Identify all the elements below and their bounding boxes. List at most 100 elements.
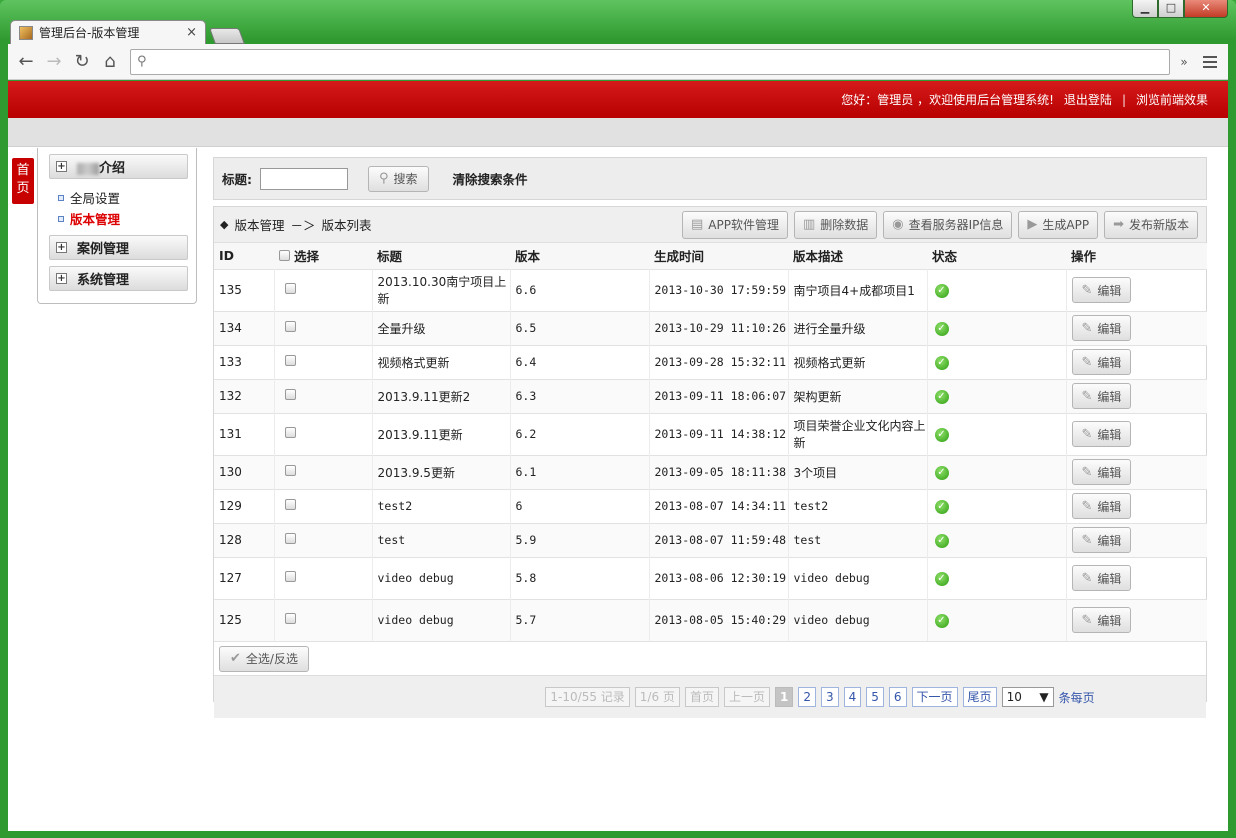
title-search-input[interactable] [260,167,348,190]
close-window-button[interactable]: ✕ [1184,0,1228,18]
row-checkbox[interactable] [284,283,296,294]
home-icon[interactable]: ⌂ [98,50,122,74]
search-button[interactable]: ⚲ 搜索 [368,165,429,192]
panel-header: ◆ 版本管理 －＞ 版本列表 ▤ APP软件管理 ▥ 删除数据 ◉ 查看服务器IP信息… [214,207,1206,243]
row-checkbox[interactable] [284,465,296,476]
back-arrow-icon[interactable]: ← [14,50,38,74]
pencil-icon: ✎ [1081,612,1093,628]
pager-prev[interactable]: 上一页 [723,687,770,707]
status-ok-icon: ✓ [934,614,949,629]
edit-button[interactable]: ✎ 编辑 [1071,459,1132,485]
publish-version-button[interactable]: ➡ 发布新版本 [1104,210,1198,239]
cell-ops: ✎ 编辑 [1066,412,1207,455]
sidebar-item-version-management[interactable]: 版本管理 [58,208,196,229]
view-server-ip-button[interactable]: ◉ 查看服务器IP信息 [883,210,1013,239]
row-checkbox[interactable] [284,533,296,544]
cell-select [274,268,373,311]
cell-id: 125 [214,598,275,641]
select-all-button[interactable]: ✔ 全选/反选 [219,645,309,672]
pager-first[interactable]: 首页 [684,687,719,707]
expand-plus-icon: + [56,273,67,284]
table-row: 131 2013.9.11更新 6.2 2013-09-11 14:38:12 项目荣誉… [214,412,1207,455]
address-bar[interactable]: ⚲ [130,48,1170,75]
cell-description: test2 [788,488,928,523]
diamond-icon: ◆ [220,218,229,231]
pager-page-number[interactable]: 3 [820,687,839,707]
pager-page-number[interactable]: 4 [843,687,862,707]
sidebar-item-global-settings[interactable]: 全局设置 [58,187,196,208]
top-header: 您好：管理员 ，欢迎使用后台管理系统! 退出登陆 | 浏览前端效果 [8,81,1228,118]
dropdown-arrow-icon: ▼ [1039,690,1049,704]
bullet-icon [58,215,64,222]
cell-version: 6.6 [510,268,650,311]
sidebar-section-system[interactable]: + 系统管理 [49,266,188,291]
browser-tab[interactable]: 管理后台-版本管理 × [10,20,206,44]
status-ok-icon: ✓ [934,428,949,442]
edit-button[interactable]: ✎ 编辑 [1071,421,1132,447]
pager-last[interactable]: 尾页 [962,687,997,707]
home-badge[interactable]: 首页 [12,158,34,204]
per-page-select[interactable]: 10 ▼ [1001,687,1054,707]
url-input[interactable] [152,54,1163,69]
edit-label: 编辑 [1097,499,1122,514]
generate-app-button[interactable]: ▶ 生成APP [1018,210,1099,239]
select-all-checkbox[interactable] [279,250,290,262]
cell-description: test [788,522,928,557]
edit-button[interactable]: ✎ 编辑 [1071,349,1132,375]
minimize-button[interactable]: ▁ [1132,0,1158,18]
row-checkbox[interactable] [284,499,296,510]
new-tab-button[interactable] [209,28,245,44]
clear-search-link[interactable]: 清除搜索条件 [453,169,528,188]
reload-icon[interactable]: ↻ [70,50,94,74]
breadcrumb-arrow: －＞ [290,218,316,233]
cell-description: 南宁项目4+成都项目1 [788,268,928,311]
cell-time: 2013-10-29 11:10:26 [649,310,789,345]
pager-next[interactable]: 下一页 [911,687,958,707]
row-checkbox[interactable] [284,355,296,366]
bookmarks-overflow-icon[interactable]: » [1174,55,1194,69]
app-software-button[interactable]: ▤ APP软件管理 [681,210,788,239]
edit-button[interactable]: ✎ 编辑 [1071,565,1132,591]
pager-page-number[interactable]: 6 [888,687,907,707]
row-checkbox[interactable] [284,389,296,400]
edit-button[interactable]: ✎ 编辑 [1071,527,1132,553]
status-ok-icon: ✓ [934,356,949,370]
edit-button[interactable]: ✎ 编辑 [1071,493,1132,519]
table-row: 125 video debug 5.7 2013-08-05 15:40:29 vide… [214,598,1207,641]
sidebar-section-intro[interactable]: + 介绍 [49,154,188,179]
eye-icon: ◉ [892,217,904,232]
header-separator: | [1121,92,1126,107]
cell-ops: ✎ 编辑 [1066,268,1207,311]
row-checkbox[interactable] [284,613,296,625]
preview-frontend-link[interactable]: 浏览前端效果 [1136,91,1208,108]
edit-button[interactable]: ✎ 编辑 [1071,607,1132,634]
expand-plus-icon: + [56,242,67,253]
pager-page-number[interactable]: 5 [866,687,884,707]
pager-page-number[interactable]: 2 [798,687,816,707]
sidebar-section-cases[interactable]: + 案例管理 [49,235,188,260]
edit-button[interactable]: ✎ 编辑 [1071,315,1132,341]
edit-button[interactable]: ✎ 编辑 [1071,383,1132,409]
maximize-button[interactable]: □ [1158,0,1184,18]
forward-arrow-icon[interactable]: → [42,50,66,74]
pager-page-number[interactable]: 1 [774,687,794,707]
per-page-label: 条每页 [1058,690,1095,705]
table-row: 127 video debug 5.8 2013-08-06 12:30:19 vide… [214,556,1207,599]
check-icon: ✔ [230,651,241,666]
cell-version: 6.2 [510,412,650,455]
title-label: 标题: [222,172,252,187]
logout-link[interactable]: 退出登陆 [1064,91,1112,108]
cell-version: 6 [510,488,650,523]
cell-description: 3个项目 [788,454,928,489]
delete-data-button[interactable]: ▥ 删除数据 [793,210,878,239]
row-checkbox[interactable] [284,427,296,438]
cell-status: ✓ [927,310,1067,345]
tab-close-icon[interactable]: × [186,25,197,40]
row-checkbox[interactable] [284,571,296,582]
row-checkbox[interactable] [284,321,296,332]
status-ok-icon: ✓ [934,534,949,548]
menu-icon[interactable] [1198,50,1222,74]
edit-button[interactable]: ✎ 编辑 [1071,277,1132,303]
delete-data-label: 删除数据 [820,218,869,232]
search-icon: ⚲ [137,54,147,69]
